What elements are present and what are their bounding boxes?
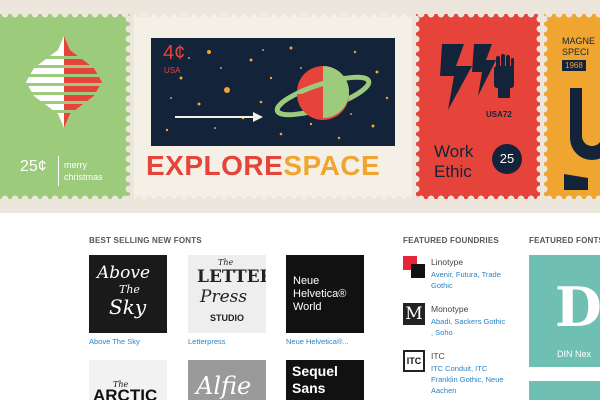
stamp-magnetic[interactable]: MAGNE SPECI 1968 bbox=[544, 14, 600, 199]
foundry-name-itc[interactable]: ITC bbox=[431, 351, 445, 361]
font-tile-letterpress[interactable]: The LETTER Press STUDIO bbox=[188, 255, 266, 333]
foundry-links-line1[interactable]: Abadi, Sackers Gothic bbox=[431, 316, 505, 327]
explore-word: EXPLORE bbox=[146, 150, 284, 181]
foundry-links-itc[interactable]: ITC Conduit, ITC Franklin Gothic, Neue A… bbox=[431, 363, 504, 396]
space-stamp-country: USA bbox=[164, 66, 181, 75]
stamp-holiday[interactable]: 25¢ merry christmas bbox=[0, 9, 134, 204]
magnetic-year: 1968 bbox=[565, 61, 583, 70]
holiday-greeting-line1: merry bbox=[64, 160, 87, 170]
font-tile-neue-helvetica[interactable]: Neue Helvetica® World bbox=[286, 255, 364, 333]
tile-art-line3: Sky bbox=[109, 295, 147, 319]
foundry-links-linotype[interactable]: Avenir, Futura, Trade Gothic bbox=[431, 269, 501, 291]
monotype-logo-letter: M bbox=[405, 304, 423, 324]
itc-logo-icon[interactable]: ITC bbox=[403, 350, 425, 372]
magnetic-year-badge: 1968 bbox=[562, 60, 586, 71]
foundry-links-line2[interactable]: Franklin Gothic, Neue bbox=[431, 374, 504, 385]
space-scene: 4¢ USA bbox=[151, 38, 395, 146]
featured-font-tile-din-next[interactable]: D DIN Nex bbox=[529, 255, 600, 367]
holiday-greeting-line2: christmas bbox=[64, 172, 103, 182]
featured-font-letter: D bbox=[555, 275, 600, 339]
featured-font-caption: DIN Nex bbox=[557, 349, 592, 359]
foundry-links-line3[interactable]: Aachen bbox=[431, 385, 504, 396]
featured-foundries-heading: FEATURED FOUNDRIES bbox=[403, 236, 499, 245]
tile-art-line4: STUDIO bbox=[210, 313, 245, 323]
monotype-logo-icon[interactable]: M bbox=[403, 303, 425, 325]
space-word: SPACE bbox=[283, 150, 381, 181]
tile-art-line3: World bbox=[293, 301, 322, 313]
foundry-links-monotype[interactable]: Abadi, Sackers Gothic , Soho bbox=[431, 316, 505, 338]
font-tile-above-the-sky[interactable]: Above The Sky bbox=[89, 255, 167, 333]
work-stamp-line2: Ethic bbox=[434, 162, 472, 181]
stamp-work-ethic[interactable]: USA72 Work Ethic 25 bbox=[411, 9, 545, 204]
font-tile-alfie[interactable]: Alfie bbox=[188, 360, 266, 400]
foundry-links-line1[interactable]: ITC Conduit, ITC bbox=[431, 363, 504, 374]
tile-art-line2: Helvetica® bbox=[293, 288, 347, 300]
magnetic-line1: MAGNE bbox=[562, 36, 596, 46]
space-illustration bbox=[165, 46, 389, 140]
holiday-divider bbox=[58, 156, 59, 186]
tile-art-line1: Neue bbox=[293, 275, 320, 287]
holiday-stamp-value: 25¢ bbox=[20, 158, 47, 175]
tile-art-line2: ARCTIC bbox=[93, 386, 158, 400]
tile-art-line1: The bbox=[218, 258, 234, 267]
stamp-explore-space[interactable]: 4¢ USA EXPLORESPACE bbox=[134, 9, 412, 204]
foundry-links-line2[interactable]: , Soho bbox=[431, 327, 505, 338]
tile-art-line2: Sans bbox=[292, 380, 326, 396]
foundry-links-line1[interactable]: Avenir, Futura, Trade bbox=[431, 269, 501, 280]
tile-art-line2: LETTER bbox=[197, 267, 266, 287]
explore-space-title: EXPLORESPACE bbox=[146, 150, 406, 182]
stamp-banner: 25¢ merry christmas 4¢ USA EXPLORESPACE … bbox=[0, 0, 600, 213]
font-tile-arctic[interactable]: The ARCTIC bbox=[89, 360, 167, 400]
tile-art-line1: Alfie bbox=[196, 372, 252, 400]
tile-art-line1: Sequel bbox=[292, 363, 338, 379]
tile-art-line3: Press bbox=[200, 287, 248, 307]
featured-fonts-heading: FEATURED FONTS bbox=[529, 236, 600, 245]
itc-logo-letter: ITC bbox=[406, 356, 422, 366]
featured-font-tile-second[interactable] bbox=[529, 381, 600, 400]
work-stamp-country-year: USA72 bbox=[486, 110, 512, 119]
font-caption-above-the-sky[interactable]: Above The Sky bbox=[89, 337, 140, 346]
magnetic-line2: SPECI bbox=[562, 47, 590, 57]
tile-art-line1: Above bbox=[97, 263, 151, 283]
lightning-fist-icon bbox=[440, 44, 514, 110]
work-stamp-line1: Work bbox=[434, 142, 474, 161]
ornament-icon bbox=[22, 36, 106, 128]
foundry-links-line2[interactable]: Gothic bbox=[431, 280, 501, 291]
linotype-logo-icon[interactable] bbox=[403, 256, 425, 278]
font-caption-letterpress[interactable]: Letterpress bbox=[188, 337, 226, 346]
font-tile-sequel-sans[interactable]: Sequel Sans bbox=[286, 360, 364, 400]
best-selling-heading: BEST SELLING NEW FONTS bbox=[89, 236, 202, 245]
space-stamp-value: 4¢ bbox=[163, 42, 186, 64]
work-stamp-badge-text: 25 bbox=[499, 151, 515, 166]
magnetic-glyph-icon bbox=[564, 88, 600, 190]
work-stamp-badge: 25 bbox=[492, 144, 522, 174]
foundry-name-linotype[interactable]: Linotype bbox=[431, 257, 463, 267]
foundry-name-monotype[interactable]: Monotype bbox=[431, 304, 468, 314]
font-caption-neue-helvetica[interactable]: Neue Helvetica®... bbox=[286, 337, 349, 346]
